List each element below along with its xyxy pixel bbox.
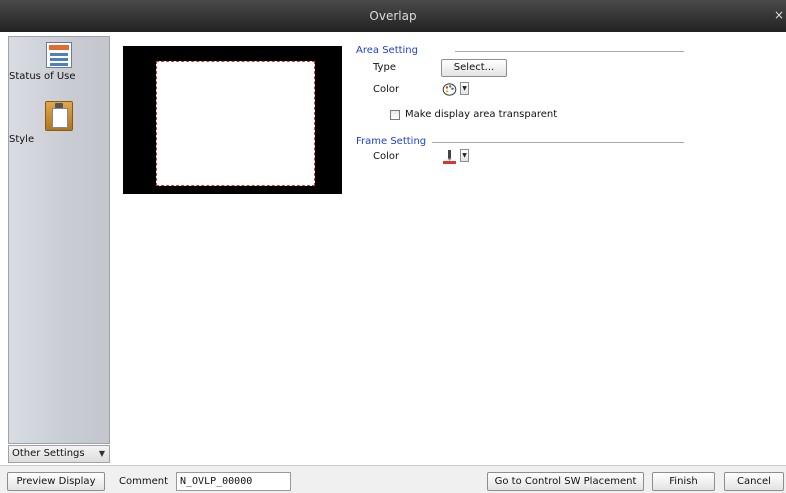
close-icon[interactable]: × — [774, 8, 784, 22]
overlap-display-area — [156, 61, 315, 186]
preview-display-button[interactable]: Preview Display — [7, 472, 105, 491]
sidebar-item-style[interactable]: Style — [9, 101, 109, 145]
sidebar: Status of Use Style — [8, 36, 110, 444]
comment-label: Comment — [119, 476, 168, 487]
title-bar: Overlap × — [0, 0, 786, 32]
pen-color-icon — [442, 149, 457, 164]
cancel-button[interactable]: Cancel — [724, 472, 784, 491]
select-type-button[interactable]: Select... — [441, 59, 507, 77]
window-title: Overlap — [369, 9, 417, 23]
other-settings-label: Other Settings — [12, 448, 85, 459]
type-label: Type — [373, 62, 396, 73]
area-setting-divider — [455, 51, 684, 52]
frame-setting-title: Frame Setting — [356, 136, 427, 147]
finish-button[interactable]: Finish — [652, 472, 715, 491]
chevron-down-icon[interactable]: ▼ — [460, 149, 469, 162]
transparent-label: Make display area transparent — [405, 109, 558, 120]
style-icon — [45, 101, 73, 131]
comment-input[interactable]: N_OVLP_00000 — [176, 472, 291, 491]
palette-icon — [442, 82, 457, 97]
sidebar-item-status-of-use[interactable]: Status of Use — [9, 42, 109, 82]
frame-color-label: Color — [373, 151, 400, 162]
chevron-down-icon: ▼ — [98, 449, 105, 458]
go-to-control-sw-placement-button[interactable]: Go to Control SW Placement — [487, 472, 644, 491]
transparent-checkbox[interactable] — [390, 110, 400, 120]
status-of-use-icon — [46, 42, 72, 68]
frame-color-picker[interactable]: ▼ — [441, 148, 470, 165]
sidebar-item-label: Status of Use — [9, 71, 76, 82]
frame-setting-divider — [432, 142, 684, 143]
sidebar-item-label: Style — [9, 134, 35, 145]
other-settings-button[interactable]: Other Settings ▼ — [8, 445, 110, 463]
area-color-picker[interactable]: ▼ — [441, 81, 470, 98]
area-setting-title: Area Setting — [356, 45, 418, 56]
area-color-label: Color — [373, 84, 400, 95]
chevron-down-icon[interactable]: ▼ — [460, 82, 469, 95]
